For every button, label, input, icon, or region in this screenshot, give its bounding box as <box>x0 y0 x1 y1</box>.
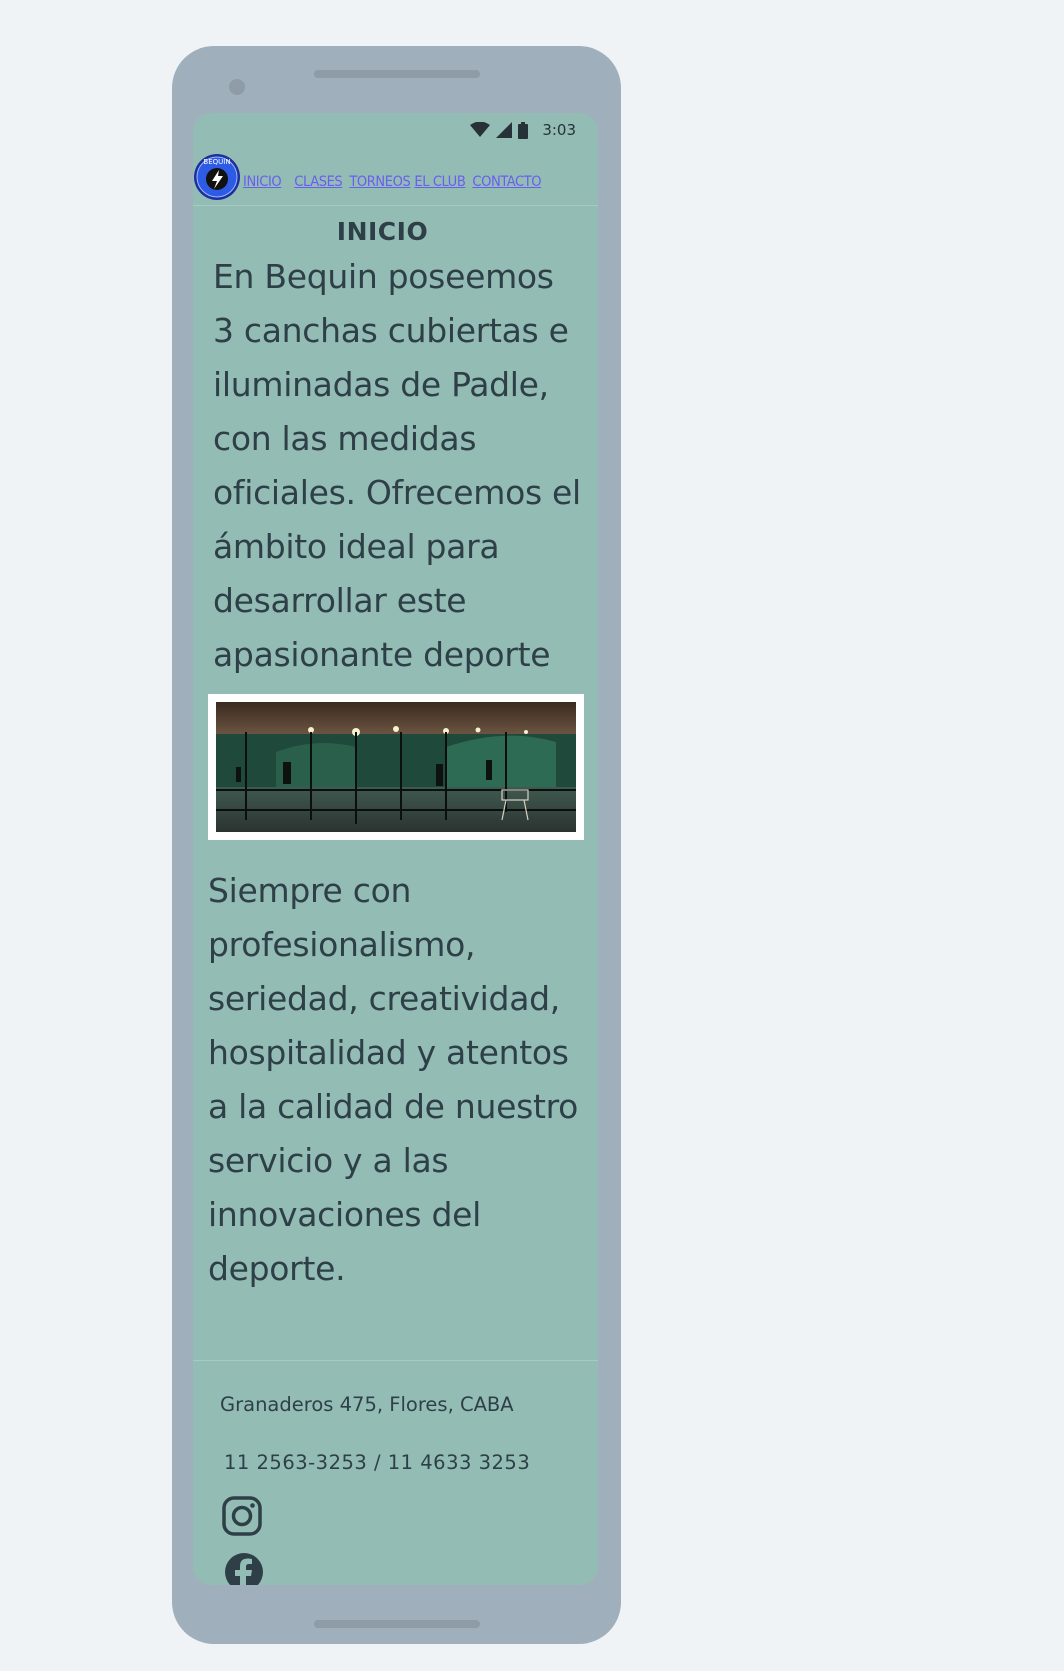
bequin-logo[interactable]: BEQUIN <box>193 153 241 201</box>
nav-link-el-club[interactable]: EL CLUB <box>414 174 465 190</box>
top-navigation: BEQUIN INICIO CLASES TORNEOS EL CLUB CON… <box>193 149 598 206</box>
phone-screen: 3:03 BEQUIN INICIO CLASES TORNEOS EL CLU… <box>193 113 598 1585</box>
facebook-icon[interactable] <box>223 1551 265 1585</box>
status-bar: 3:03 <box>193 113 598 147</box>
signal-icon <box>496 122 513 138</box>
nav-links: INICIO CLASES TORNEOS EL CLUB CONTACTO <box>243 174 542 190</box>
home-indicator <box>314 1620 480 1628</box>
footer-address: Granaderos 475, Flores, CABA <box>220 1393 514 1416</box>
values-paragraph: Siempre con profesionalismo, seriedad, c… <box>208 871 579 1288</box>
courts-photo-frame <box>208 694 584 840</box>
wifi-icon <box>470 122 491 138</box>
nav-link-contacto[interactable]: CONTACTO <box>472 174 541 190</box>
logo-text: BEQUIN <box>203 158 230 166</box>
page-title: INICIO <box>336 217 429 246</box>
footer: Granaderos 475, Flores, CABA 11 2563-325… <box>193 1360 598 1585</box>
speaker-grille <box>314 70 480 78</box>
intro-paragraph: En Bequin poseemos 3 canchas cubiertas e… <box>213 257 581 674</box>
nav-link-inicio[interactable]: INICIO <box>243 174 282 190</box>
nav-link-torneos[interactable]: TORNEOS <box>349 174 410 190</box>
instagram-icon[interactable] <box>220 1494 264 1538</box>
front-camera <box>229 79 245 95</box>
status-clock: 3:03 <box>542 121 576 139</box>
battery-icon <box>518 121 529 139</box>
padel-courts-photo <box>216 702 576 832</box>
footer-phone: 11 2563-3253 / 11 4633 3253 <box>224 1451 531 1474</box>
nav-link-clases[interactable]: CLASES <box>294 174 342 190</box>
main-content: INICIO En Bequin poseemos 3 canchas cubi… <box>193 205 598 1296</box>
phone-frame: 3:03 BEQUIN INICIO CLASES TORNEOS EL CLU… <box>172 46 621 1644</box>
